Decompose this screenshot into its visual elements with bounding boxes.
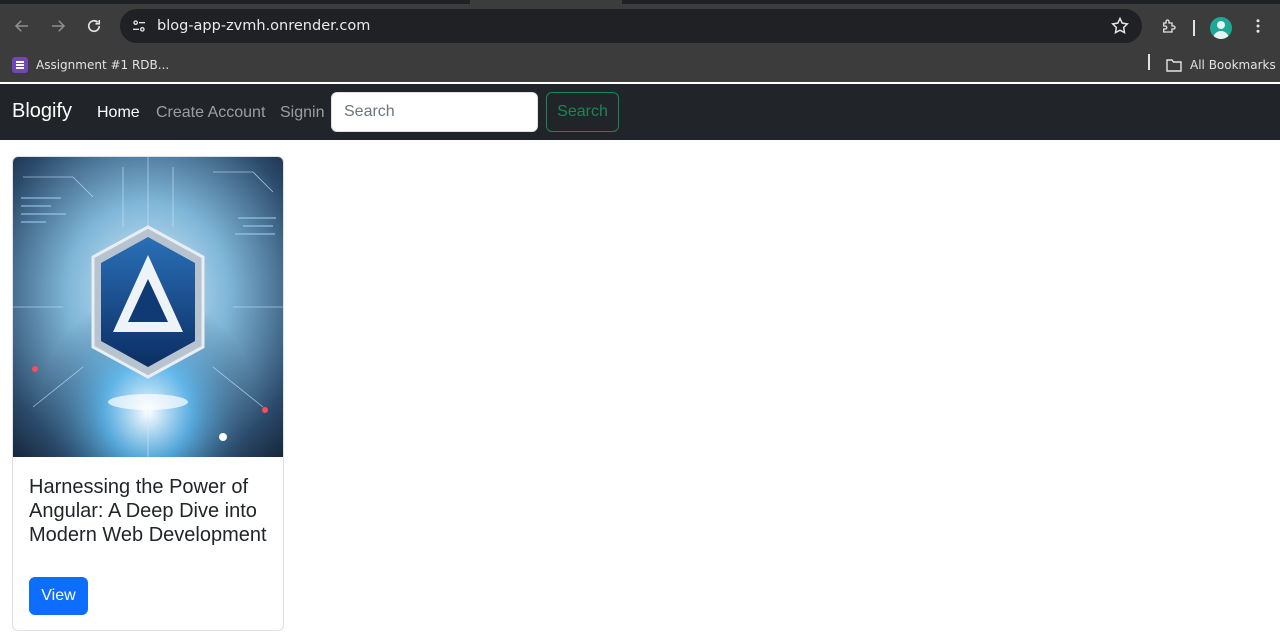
bookmarks-bar: Assignment #1 RDB... All Bookmarks	[0, 48, 1280, 82]
google-forms-icon	[12, 57, 28, 73]
folder-icon	[1166, 59, 1182, 72]
bookmark-star-icon[interactable]	[1110, 16, 1130, 36]
site-navbar: Blogify Home Create Account Signin Searc…	[0, 84, 1280, 140]
post-cover-image	[13, 157, 283, 457]
browser-chrome: blog-app-zvmh.onrender.com Assignment #1…	[0, 0, 1280, 82]
back-icon[interactable]	[8, 12, 36, 40]
nav-create-account-link[interactable]: Create Account	[156, 104, 265, 122]
address-bar[interactable]: blog-app-zvmh.onrender.com	[120, 9, 1142, 43]
search-button[interactable]: Search	[546, 92, 619, 132]
search-input[interactable]	[331, 92, 538, 132]
post-title: Harnessing the Power of Angular: A Deep …	[29, 476, 267, 546]
menu-kebab-icon[interactable]	[1244, 12, 1272, 40]
nav-signin-link[interactable]: Signin	[280, 104, 324, 122]
view-post-button[interactable]: View	[29, 577, 88, 615]
all-bookmarks[interactable]: All Bookmarks	[1166, 54, 1276, 76]
bookmark-label: Assignment #1 RDB...	[36, 58, 170, 72]
blog-post-card: Harnessing the Power of Angular: A Deep …	[12, 156, 284, 631]
all-bookmarks-label: All Bookmarks	[1190, 58, 1276, 72]
browser-toolbar: blog-app-zvmh.onrender.com	[0, 4, 1280, 48]
forward-icon[interactable]	[44, 12, 72, 40]
brand-logo[interactable]: Blogify	[12, 100, 72, 123]
extensions-icon[interactable]	[1155, 12, 1183, 40]
bookmarks-separator	[1148, 54, 1150, 70]
nav-home-link[interactable]: Home	[97, 104, 140, 122]
url-text[interactable]: blog-app-zvmh.onrender.com	[157, 18, 370, 34]
profile-avatar[interactable]	[1210, 17, 1232, 39]
bookmark-item[interactable]: Assignment #1 RDB...	[12, 54, 169, 76]
site-info-icon[interactable]	[128, 15, 150, 37]
reload-icon[interactable]	[80, 12, 108, 40]
toolbar-divider	[1193, 20, 1195, 36]
